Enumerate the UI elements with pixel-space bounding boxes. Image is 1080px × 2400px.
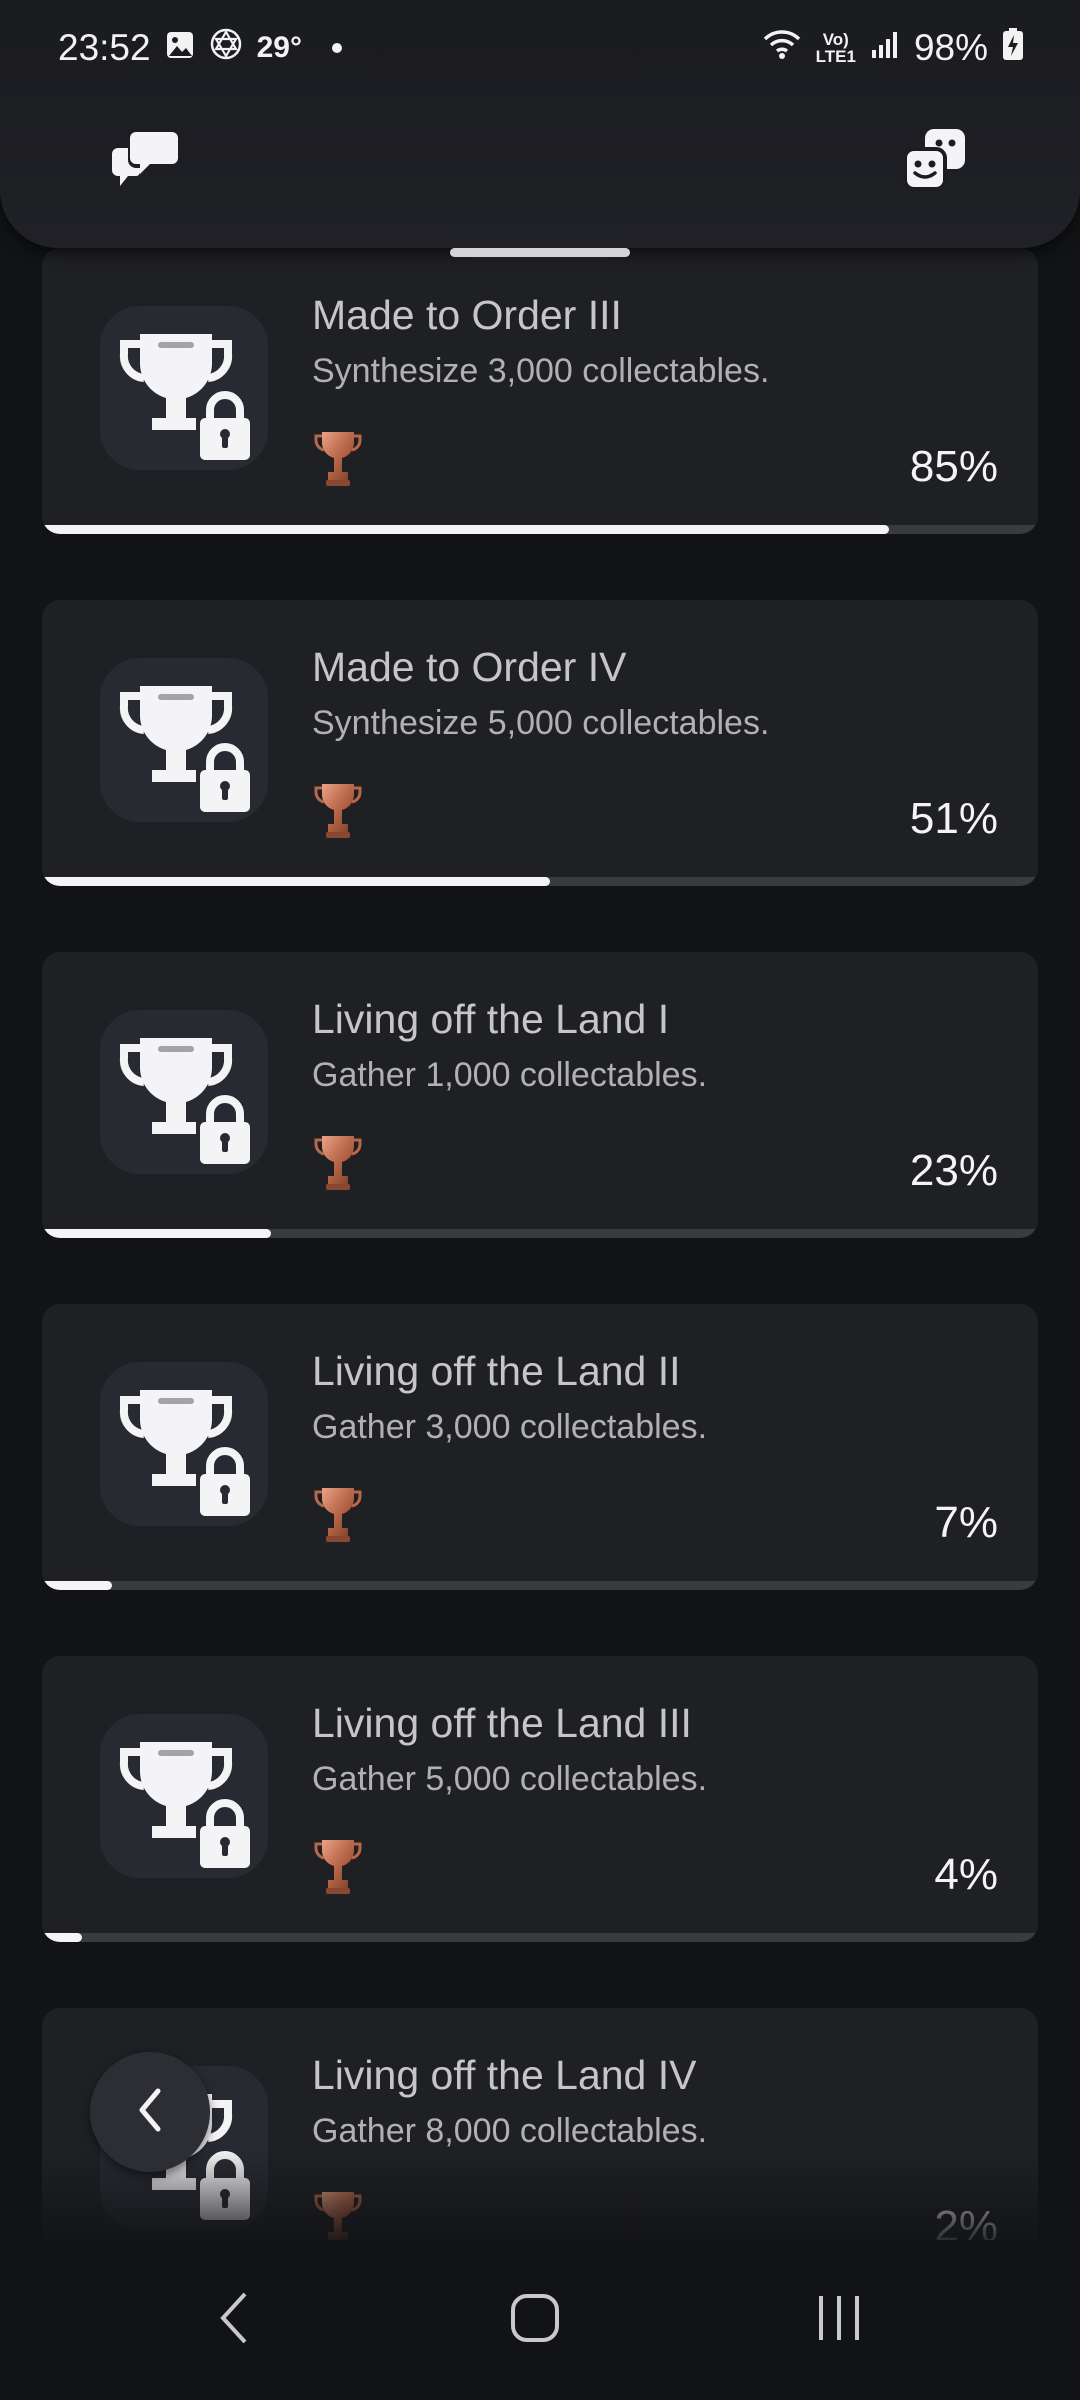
trophy-card[interactable]: Made to Order III Synthesize 3,000 colle… xyxy=(42,248,1038,534)
network-top-label: Vo) xyxy=(822,30,849,49)
home-square-icon xyxy=(507,2290,563,2351)
progress-percent: 51% xyxy=(909,794,998,843)
battery-percent: 98% xyxy=(913,27,988,68)
progress-bar-fill xyxy=(42,525,889,534)
progress-percent: 85% xyxy=(909,442,998,491)
progress-bar xyxy=(42,1229,1038,1238)
trophy-title: Made to Order IV xyxy=(312,644,627,690)
progress-percent: 4% xyxy=(934,1850,998,1899)
trophy-list[interactable]: Made to Order III Synthesize 3,000 colle… xyxy=(0,0,1080,2240)
nav-home-button[interactable] xyxy=(490,2280,580,2360)
trophy-locked-icon xyxy=(119,686,254,816)
tier-indicator xyxy=(314,1132,362,1192)
status-temperature: 29° xyxy=(256,31,302,64)
trophy-badge xyxy=(100,658,268,822)
bronze-trophy-icon xyxy=(314,1488,362,1542)
drag-handle[interactable] xyxy=(448,226,632,260)
status-time: 23:52 xyxy=(58,27,151,68)
trophy-card[interactable]: Living off the Land I Gather 1,000 colle… xyxy=(42,952,1038,1238)
chat-button[interactable] xyxy=(108,124,182,198)
progress-bar-fill xyxy=(42,1933,82,1942)
dice-button[interactable] xyxy=(898,124,972,198)
trophy-title: Made to Order III xyxy=(312,292,622,338)
tier-indicator xyxy=(314,1484,362,1544)
bronze-trophy-icon xyxy=(314,432,362,486)
notification-dot-icon xyxy=(331,43,342,53)
trophy-title: Living off the Land I xyxy=(312,996,670,1042)
network-bottom-label: LTE1 xyxy=(815,47,856,66)
trophy-locked-icon xyxy=(119,334,254,464)
progress-bar-fill xyxy=(42,1229,272,1238)
nav-recents-button[interactable] xyxy=(794,2280,884,2360)
chevron-left-icon xyxy=(130,2085,170,2140)
trophy-badge xyxy=(100,1362,268,1526)
wifi-icon xyxy=(762,27,802,70)
back-fab-button[interactable] xyxy=(90,2052,210,2172)
trophy-description: Synthesize 5,000 collectables. xyxy=(312,704,770,742)
trophy-title: Living off the Land II xyxy=(312,1348,681,1394)
status-bar: 23:52 29° Vo) LTE1 98% xyxy=(0,0,1080,96)
trophy-card[interactable]: Living off the Land III Gather 5,000 col… xyxy=(42,1656,1038,1942)
progress-bar xyxy=(42,525,1038,534)
trophy-description: Gather 5,000 collectables. xyxy=(312,1760,708,1798)
back-arrow-icon xyxy=(215,2290,255,2351)
bronze-trophy-icon xyxy=(314,1136,362,1190)
dice-faces-icon xyxy=(903,127,967,196)
trophy-card[interactable]: Living off the Land II Gather 3,000 coll… xyxy=(42,1304,1038,1590)
trophy-badge xyxy=(100,1010,268,1174)
progress-bar xyxy=(42,1933,1038,1942)
trophy-title: Living off the Land IV xyxy=(312,2052,697,2098)
network-type: Vo) LTE1 xyxy=(816,31,856,65)
trophy-description: Gather 3,000 collectables. xyxy=(312,1408,708,1446)
trophy-title: Living off the Land III xyxy=(312,1700,692,1746)
system-navigation-bar xyxy=(0,2240,1080,2400)
gallery-icon xyxy=(165,27,195,69)
progress-bar xyxy=(42,877,1038,886)
tier-indicator xyxy=(314,780,362,840)
bronze-trophy-icon xyxy=(314,784,362,838)
trophy-badge xyxy=(100,1714,268,1878)
progress-percent: 7% xyxy=(934,1498,998,1547)
progress-bar-fill xyxy=(42,1581,112,1590)
trophy-locked-icon xyxy=(119,1390,254,1520)
trophy-locked-icon xyxy=(119,1742,254,1872)
tier-indicator xyxy=(314,428,362,488)
progress-bar xyxy=(42,1581,1038,1590)
trophy-badge xyxy=(100,306,268,470)
progress-percent: 23% xyxy=(909,1146,998,1195)
signal-icon xyxy=(870,27,900,69)
progress-bar-fill xyxy=(42,877,550,886)
status-left: 23:52 29° xyxy=(58,27,342,70)
battery-charging-icon xyxy=(1002,27,1024,70)
trophy-description: Gather 1,000 collectables. xyxy=(312,1056,708,1094)
trophy-locked-icon xyxy=(119,1038,254,1168)
trophy-description: Synthesize 3,000 collectables. xyxy=(312,352,770,390)
bronze-trophy-icon xyxy=(314,1840,362,1894)
trophy-description: Gather 8,000 collectables. xyxy=(312,2112,708,2150)
chat-bubbles-icon xyxy=(110,128,180,195)
status-right: Vo) LTE1 98% xyxy=(762,27,1024,70)
nav-back-button[interactable] xyxy=(190,2280,280,2360)
trophy-card[interactable]: Made to Order IV Synthesize 5,000 collec… xyxy=(42,600,1038,886)
recents-lines-icon xyxy=(811,2290,867,2351)
weather-icon xyxy=(209,27,243,70)
tier-indicator xyxy=(314,1836,362,1896)
